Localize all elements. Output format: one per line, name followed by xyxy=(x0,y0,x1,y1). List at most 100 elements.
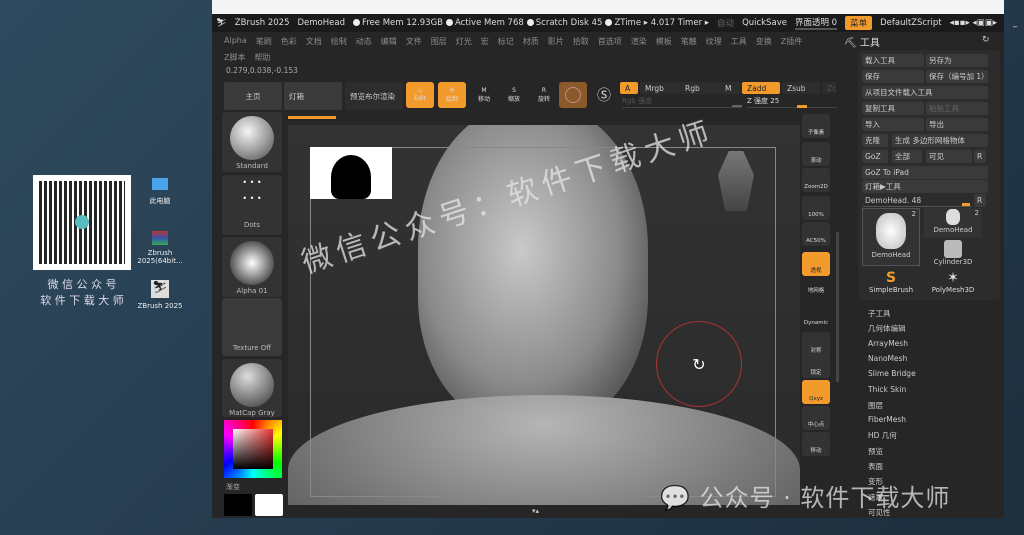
menu-item[interactable]: 绘制 xyxy=(331,36,347,47)
rgb-intensity-slider[interactable]: Rgb 强度 xyxy=(622,96,742,108)
menu-item[interactable]: 笔触 xyxy=(681,36,697,47)
menu-item[interactable]: Z脚本 xyxy=(224,52,245,63)
edit-button[interactable]: ⌑ Edit xyxy=(406,82,434,108)
subpalette-item[interactable]: NanoMesh xyxy=(868,354,907,363)
tool-thumb-simplebrush[interactable]: S SimpleBrush xyxy=(862,270,920,294)
primary-color[interactable] xyxy=(224,494,252,516)
menu-button[interactable]: 菜单 xyxy=(845,16,873,30)
tool-button[interactable]: 生成 多边形网格物体 xyxy=(892,134,988,147)
right-shelf-button[interactable]: 对称 xyxy=(802,332,830,356)
tool-button[interactable]: GoZ xyxy=(862,150,888,163)
draw-button[interactable]: ✣ 绘制 xyxy=(438,82,466,108)
right-shelf-button[interactable]: Qxyz xyxy=(802,380,830,404)
right-shelf-button[interactable]: 子像素 xyxy=(802,114,830,138)
tool-button[interactable]: R xyxy=(974,150,986,163)
tool-button[interactable]: 全部 xyxy=(892,150,922,163)
desktop-icon-zbrush[interactable]: ⛷ ZBrush 2025 xyxy=(134,280,186,310)
menu-item[interactable]: 编辑 xyxy=(381,36,397,47)
menu-item[interactable]: 变换 xyxy=(756,36,772,47)
canvas-bottom-handle-icon[interactable]: ▾▴ xyxy=(532,507,539,515)
desktop-icon-this-pc[interactable]: 此电脑 xyxy=(140,178,180,206)
menu-item[interactable]: 影片 xyxy=(548,36,564,47)
current-tool-slider[interactable]: DemoHead. 48 xyxy=(862,194,972,207)
subpalette-item[interactable]: 表面 xyxy=(868,461,883,472)
transparency-slider[interactable]: 界面透明 0 xyxy=(794,16,838,30)
brush-picker[interactable]: Standard xyxy=(222,112,282,172)
tool-button[interactable]: 载入工具 xyxy=(862,54,924,67)
subpalette-item[interactable]: 预览 xyxy=(868,446,883,457)
right-shelf-button[interactable]: 滚动 xyxy=(802,142,830,166)
layout-arrows-icon[interactable]: ◂▪▪▸ ◂▣▣▸ xyxy=(950,18,997,28)
menu-item[interactable]: 模板 xyxy=(656,36,672,47)
right-shelf-button[interactable]: 移动 xyxy=(802,432,830,456)
tool-button[interactable]: 粘贴工具 xyxy=(926,102,988,115)
bool-preview-button[interactable]: 预览布尔渲染 xyxy=(345,82,403,110)
menu-item[interactable]: 渲染 xyxy=(631,36,647,47)
subpalette-item[interactable]: Slime Bridge xyxy=(868,369,916,378)
menu-item[interactable]: 宏 xyxy=(481,36,489,47)
right-shelf-button[interactable]: 锁定 xyxy=(802,354,830,378)
alpha-picker[interactable]: Alpha 01 xyxy=(222,237,282,297)
menu-item[interactable]: 拾取 xyxy=(573,36,589,47)
menu-item[interactable]: 帮助 xyxy=(254,52,270,63)
subpalette-item[interactable]: 几何体编辑 xyxy=(868,323,906,334)
right-shelf-button[interactable]: 透视 xyxy=(802,252,830,276)
menu-item[interactable]: 标记 xyxy=(498,36,514,47)
tool-button[interactable]: 克隆 xyxy=(862,134,888,147)
subpalette-item[interactable]: ArrayMesh xyxy=(868,339,908,348)
rotate-button[interactable]: R 旋转 xyxy=(530,82,558,108)
menu-item[interactable]: 图层 xyxy=(431,36,447,47)
right-shelf-button[interactable]: Dynamic xyxy=(802,314,830,328)
material-swatch[interactable] xyxy=(559,82,587,108)
s-icon[interactable]: Ⓢ xyxy=(590,82,618,108)
tool-thumb-cylinder3d[interactable]: Cylinder3D xyxy=(924,240,982,268)
right-shelf-button[interactable]: 地网格 xyxy=(802,282,830,296)
tool-button[interactable]: 复制工具 xyxy=(862,102,924,115)
tool-button[interactable]: 保存（编号加 1） xyxy=(926,70,988,83)
zsub-toggle[interactable]: Zsub xyxy=(782,82,820,94)
stroke-picker[interactable]: • • • • • • Dots xyxy=(222,175,282,235)
lightbox-button[interactable]: 灯箱 xyxy=(284,82,342,110)
tool-button[interactable]: 可见 xyxy=(926,150,972,163)
zcut-toggle[interactable]: Zc xyxy=(822,82,836,94)
subpalette-item[interactable]: 图层 xyxy=(868,400,883,411)
tool-button[interactable]: GoZ To iPad xyxy=(862,166,988,179)
menu-item[interactable]: 材质 xyxy=(523,36,539,47)
menu-item[interactable]: 色彩 xyxy=(281,36,297,47)
right-shelf-button[interactable]: Zoom2D xyxy=(802,168,830,192)
tool-button[interactable]: 灯箱▶工具 xyxy=(862,180,988,193)
tool-thumb-demohead[interactable]: DemoHead 2 xyxy=(862,208,920,266)
tool-thumb-polymesh3d[interactable]: ✶ PolyMesh3D xyxy=(924,270,982,294)
right-shelf-button[interactable]: AC50% xyxy=(802,222,830,246)
m-toggle[interactable]: M xyxy=(720,82,740,94)
menu-item[interactable]: Alpha xyxy=(224,36,247,47)
right-shelf-button[interactable]: 中心点 xyxy=(802,406,830,430)
menu-item[interactable]: 工具 xyxy=(731,36,747,47)
menu-item[interactable]: 纹理 xyxy=(706,36,722,47)
tool-button[interactable]: 另存为 xyxy=(926,54,988,67)
tool-button[interactable]: 保存 xyxy=(862,70,924,83)
home-button[interactable]: 主页 xyxy=(224,82,282,110)
refresh-icon[interactable]: ↻ xyxy=(982,35,990,45)
menu-item[interactable]: 首选项 xyxy=(598,36,622,47)
menu-item[interactable]: 灯光 xyxy=(456,36,472,47)
z-intensity-slider[interactable]: Z 强度 25 xyxy=(747,96,837,108)
right-shelf-button[interactable]: 100% xyxy=(802,196,830,220)
menu-item[interactable]: Z插件 xyxy=(781,36,802,47)
zadd-toggle[interactable]: Zadd xyxy=(742,82,780,94)
a-toggle[interactable]: A xyxy=(620,82,638,94)
mrgb-toggle[interactable]: Mrgb xyxy=(640,82,680,94)
quicksave-button[interactable]: QuickSave xyxy=(742,18,787,28)
subpalette-item[interactable]: HD 几何 xyxy=(868,430,897,441)
tool-r-button[interactable]: R xyxy=(974,194,986,207)
texture-picker[interactable]: Texture Off xyxy=(222,298,282,356)
secondary-color[interactable] xyxy=(255,494,283,516)
right-scrollbar[interactable] xyxy=(836,232,839,382)
rgb-toggle[interactable]: Rgb xyxy=(680,82,720,94)
color-picker[interactable] xyxy=(224,420,282,478)
menu-item[interactable]: 文件 xyxy=(406,36,422,47)
move-button[interactable]: M 移动 xyxy=(470,82,498,108)
scale-button[interactable]: S 缩放 xyxy=(500,82,528,108)
auto-save-toggle[interactable]: 自动 xyxy=(717,17,734,29)
subpalette-item[interactable]: Thick Skin xyxy=(868,385,906,394)
